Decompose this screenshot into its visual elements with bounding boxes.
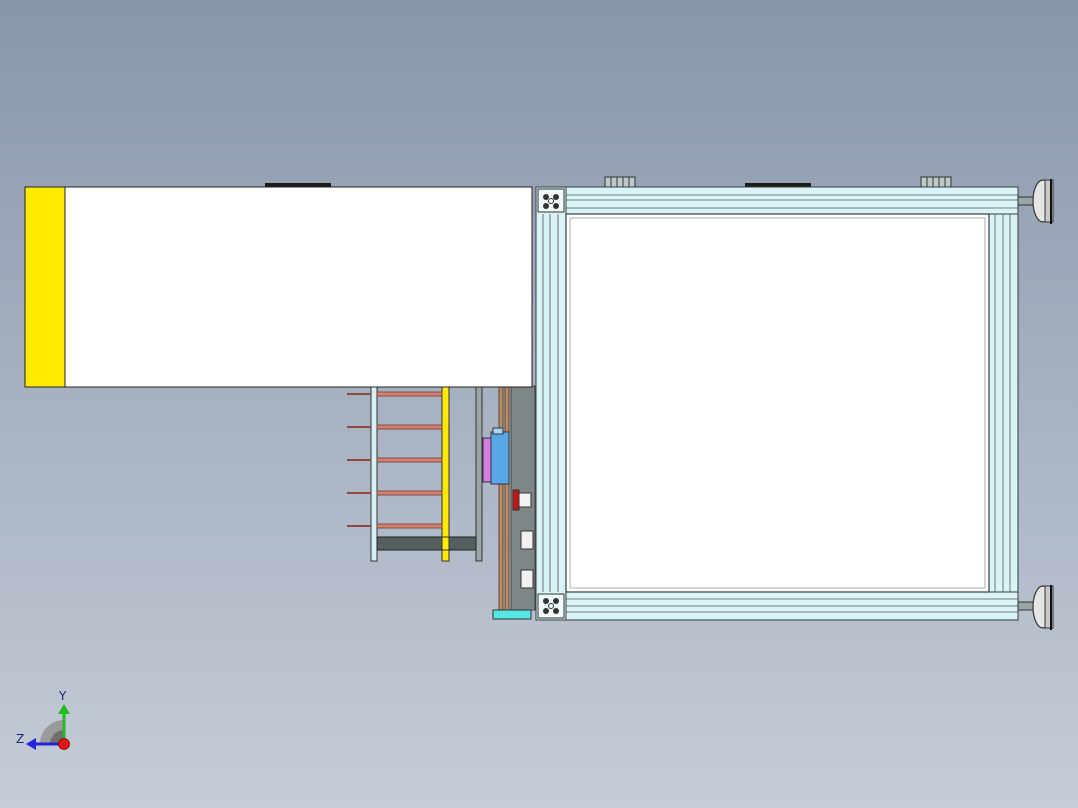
rod-row-2 — [347, 424, 443, 430]
axis-triad — [26, 704, 70, 750]
rod-row-3 — [347, 457, 443, 463]
top-mounting-tabs — [265, 176, 952, 188]
y-axis-label: Y — [59, 689, 67, 703]
aluminum-frame — [535, 186, 1019, 621]
cad-viewport[interactable]: Y Z — [0, 0, 1078, 808]
rack-grey-post — [475, 385, 483, 562]
frame-inner-panel — [565, 213, 990, 593]
magenta-block — [482, 437, 492, 483]
red-knob — [512, 489, 532, 511]
cover-panel[interactable] — [24, 186, 533, 388]
dark-shaft — [376, 536, 477, 551]
frame-top-profile — [535, 186, 1019, 215]
yellow-band — [24, 186, 66, 388]
frame-left-profile — [535, 186, 567, 621]
blue-block — [490, 431, 510, 485]
white-fitting-1 — [520, 530, 534, 550]
corner-bracket-top — [537, 188, 565, 213]
rod-rack-assembly — [347, 385, 483, 562]
cad-model-drawing[interactable] — [0, 0, 1078, 808]
x-axis-dot — [58, 738, 70, 750]
rack-yellow-post — [441, 385, 450, 562]
foot-leveler-top — [1017, 179, 1054, 224]
brown-rail-1 — [498, 385, 504, 611]
corner-bracket-bottom — [537, 593, 565, 619]
mechanism-column — [482, 385, 536, 620]
white-fitting-2 — [520, 569, 534, 589]
frame-right-profile — [988, 213, 1019, 593]
rack-left-post — [370, 385, 378, 562]
hinge-block-left — [604, 176, 636, 188]
hinge-block-right — [920, 176, 952, 188]
brown-rail-2 — [504, 385, 510, 611]
rod-row-5 — [347, 523, 443, 529]
white-cover-body[interactable] — [24, 186, 533, 388]
cyan-plate — [492, 609, 532, 620]
z-axis-label: Z — [16, 732, 25, 746]
rod-row-4 — [347, 490, 443, 496]
rod-row-1 — [347, 391, 443, 397]
foot-leveler-bottom — [1017, 585, 1054, 630]
